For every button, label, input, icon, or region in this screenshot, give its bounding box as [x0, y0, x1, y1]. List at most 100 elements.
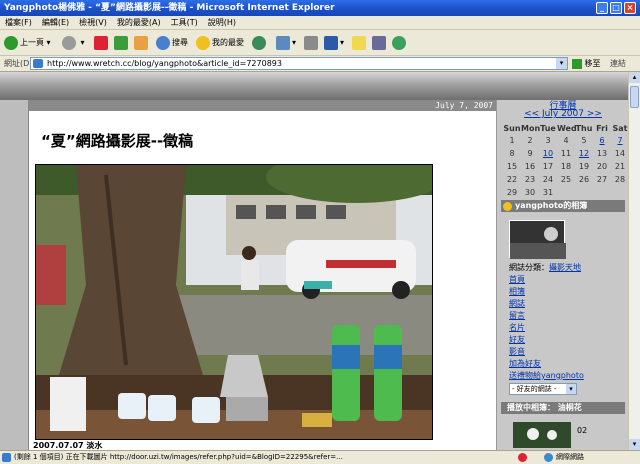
link-friends[interactable]: 好友 [509, 334, 525, 345]
link-card[interactable]: 名片 [509, 322, 525, 333]
scroll-down-icon[interactable]: ▾ [629, 439, 640, 450]
security-zone: 網際網路 [556, 453, 584, 461]
link-video[interactable]: 影音 [509, 346, 525, 357]
close-button[interactable]: × [624, 2, 636, 14]
calendar-day: 19 [578, 162, 590, 171]
media-icon [252, 35, 266, 50]
scroll-up-icon[interactable]: ▴ [629, 72, 640, 83]
calendar-day: 1 [509, 136, 515, 145]
calendar-day: 20 [596, 162, 608, 171]
search-button[interactable]: 搜尋 [156, 34, 188, 52]
mail-icon [276, 35, 290, 50]
calendar-day: 3 [545, 136, 551, 145]
calendar-day: 16 [524, 162, 536, 171]
flower-thumbnail[interactable] [513, 422, 571, 448]
window-titlebar: Yangphoto楊佛雅 - “夏”網路攝影展--徵稿 - Microsoft … [0, 0, 640, 16]
calendar-weekday: Thu [575, 124, 593, 133]
go-button[interactable]: 移至 [572, 57, 601, 70]
calendar-day: 28 [614, 175, 626, 184]
edit-button[interactable]: ▾ [324, 34, 344, 52]
album-track-number: 02 [577, 426, 588, 435]
back-arrow-icon [4, 35, 18, 50]
word-icon [324, 35, 338, 50]
category-link[interactable]: 攝影天地 [549, 263, 581, 272]
menu-file[interactable]: 檔案(F) [0, 16, 37, 30]
menu-tools[interactable]: 工具(T) [166, 16, 203, 30]
calendar-day: 2 [527, 136, 533, 145]
calendar-day[interactable]: 10 [539, 149, 557, 158]
search-icon [156, 35, 170, 50]
address-label: 網址(D) [4, 59, 33, 68]
calendar-weekday: Sun [503, 124, 521, 133]
page-icon [33, 59, 43, 68]
calendar-day: 30 [524, 188, 536, 197]
calendar-weekday: Mon [521, 124, 541, 133]
calendar-month-nav[interactable]: << July 2007 >> [497, 109, 628, 119]
calendar-day: 5 [581, 136, 587, 145]
blog-header-band [0, 72, 628, 100]
address-url: http://www.wretch.cc/blog/yangphoto&arti… [47, 59, 282, 68]
music-section-header: 播放中相簿： 油桐花 [501, 402, 625, 414]
refresh-icon [114, 35, 128, 50]
links-label[interactable]: 連結 [610, 58, 626, 69]
link-home[interactable]: 首頁 [509, 274, 525, 285]
chevron-down-icon: ▾ [566, 384, 576, 394]
calendar-weekday: Tue [540, 124, 556, 133]
link-send-gift[interactable]: 送禮物給yangphoto [509, 370, 584, 381]
calendar-day: 21 [614, 162, 626, 171]
link-blog[interactable]: 網誌 [509, 298, 525, 309]
menu-edit[interactable]: 編輯(E) [37, 16, 74, 30]
messenger-icon [392, 35, 406, 50]
back-button[interactable]: 上一頁 ▾ [4, 34, 51, 52]
link-guestbook[interactable]: 留言 [509, 310, 525, 321]
menu-favorites[interactable]: 我的最愛(A) [112, 16, 166, 30]
calendar-day[interactable]: 7 [611, 136, 628, 145]
minimize-button[interactable]: _ [596, 2, 608, 14]
address-input[interactable]: http://www.wretch.cc/blog/yangphoto&arti… [30, 57, 568, 70]
calendar-day: 31 [542, 188, 554, 197]
photo-caption: 2007.07.07 淡水 [33, 441, 103, 450]
calendar-day: 15 [506, 162, 518, 171]
vertical-scrollbar[interactable]: ▴ ▾ [628, 72, 640, 450]
mail-button[interactable]: ▾ [276, 34, 296, 52]
scroll-thumb[interactable] [630, 86, 639, 108]
link-album[interactable]: 相簿 [509, 286, 525, 297]
menu-help[interactable]: 說明(H) [203, 16, 241, 30]
research-button[interactable] [372, 34, 388, 52]
favorites-button[interactable]: 我的最愛 [196, 34, 244, 52]
calendar-day: 18 [560, 162, 572, 171]
note-icon [352, 35, 366, 50]
address-dropdown-icon[interactable]: ▾ [556, 58, 567, 69]
post-title: “夏”網路攝影展--徵稿 [41, 132, 194, 150]
friends-blog-select[interactable]: - 好友的網誌 - ▾ [509, 383, 577, 395]
maximize-button[interactable]: □ [610, 2, 622, 14]
calendar-day[interactable]: 6 [593, 136, 611, 145]
calendar-day: 9 [527, 149, 533, 158]
calendar-day: 17 [542, 162, 554, 171]
menu-bar: 檔案(F) 編輯(E) 檢視(V) 我的最愛(A) 工具(T) 說明(H) [0, 16, 640, 30]
calendar-day: 11 [560, 149, 572, 158]
calendar-day: 4 [563, 136, 569, 145]
photo-illustration [36, 165, 432, 439]
discuss-button[interactable] [352, 34, 368, 52]
category-line: 網誌分類：攝影天地 [509, 263, 581, 272]
print-icon [304, 35, 318, 50]
web-page: July 7, 2007 “夏”網路攝影展--徵稿 2007.07.07 淡水 … [0, 72, 628, 450]
print-button[interactable] [304, 34, 320, 52]
window-title: Yangphoto楊佛雅 - “夏”網路攝影展--徵稿 - Microsoft … [4, 3, 335, 13]
calendar-day[interactable]: 12 [575, 149, 593, 158]
sidebar: 行事曆 << July 2007 >> Sun Mon Tue Wed Thu Fri Sa… [496, 100, 628, 450]
messenger-button[interactable] [392, 34, 408, 52]
menu-view[interactable]: 檢視(V) [74, 16, 112, 30]
refresh-button[interactable] [114, 34, 130, 52]
forward-button[interactable]: ▾ [62, 34, 85, 52]
home-button[interactable] [134, 34, 150, 52]
album-thumbnail[interactable] [509, 220, 566, 259]
article-photo[interactable] [35, 164, 433, 440]
media-button[interactable] [252, 34, 268, 52]
calendar-day: 26 [578, 175, 590, 184]
star-icon [196, 35, 210, 50]
link-add-friend[interactable]: 加為好友 [509, 358, 541, 369]
stop-button[interactable] [94, 34, 110, 52]
article-area: July 7, 2007 “夏”網路攝影展--徵稿 2007.07.07 淡水 [28, 100, 497, 450]
